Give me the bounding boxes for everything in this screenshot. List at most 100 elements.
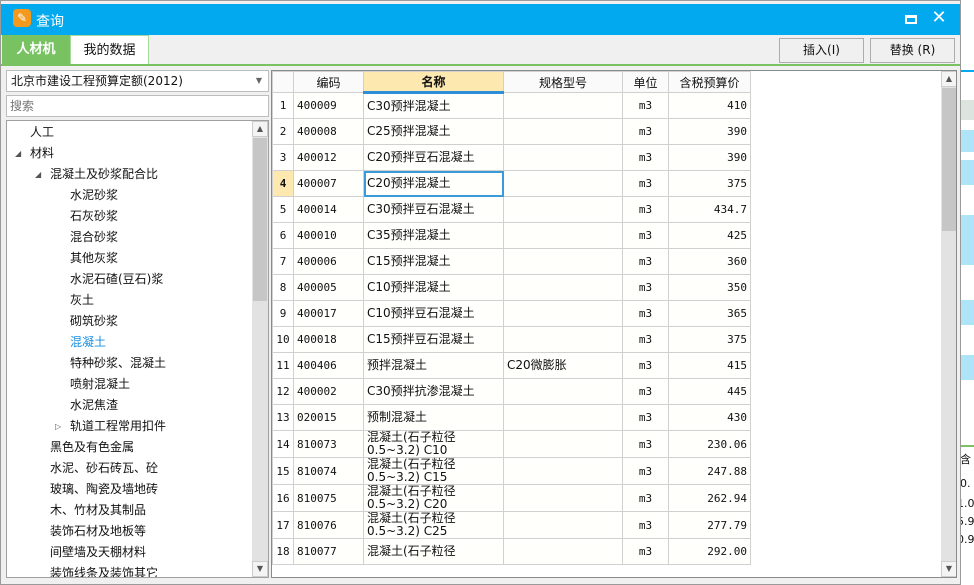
col-header-code[interactable]: 编码: [293, 71, 364, 93]
cell-spec[interactable]: [503, 196, 623, 223]
tree-item[interactable]: 水泥、砂石砖瓦、砼: [50, 458, 158, 479]
cell-code[interactable]: 400007: [293, 170, 364, 197]
cell-code[interactable]: 020015: [293, 404, 364, 431]
tree-item[interactable]: 装饰线条及装饰其它: [50, 563, 158, 577]
table-row[interactable]: 8 400005 C10预拌混凝土 m3 350: [272, 274, 751, 301]
cell-n[interactable]: 17: [272, 511, 294, 539]
cell-price[interactable]: 365: [668, 300, 751, 327]
cell-spec[interactable]: [503, 457, 623, 485]
col-header-spec[interactable]: 规格型号: [503, 71, 623, 93]
scroll-down-icon[interactable]: ▼: [252, 561, 268, 577]
table-row[interactable]: 14 810073 混凝土(石子粒径 0.5~3.2) C10 m3 230.06: [272, 430, 751, 458]
cell-n[interactable]: 18: [272, 538, 294, 565]
table-row[interactable]: 6 400010 C35预拌混凝土 m3 425: [272, 222, 751, 249]
cell-name[interactable]: C10预拌豆石混凝土: [363, 300, 504, 327]
table-row[interactable]: 7 400006 C15预拌混凝土 m3 360: [272, 248, 751, 275]
cell-name[interactable]: C30预拌豆石混凝土: [363, 196, 504, 223]
cell-name[interactable]: C10预拌混凝土: [363, 274, 504, 301]
cell-price[interactable]: 277.79: [668, 511, 751, 539]
cell-spec[interactable]: [503, 378, 623, 405]
tree-item[interactable]: 水泥石碴(豆石)浆: [70, 269, 163, 290]
cell-code[interactable]: 400008: [293, 118, 364, 145]
cell-unit[interactable]: m3: [622, 484, 669, 512]
cell-unit[interactable]: m3: [622, 248, 669, 275]
tree-item[interactable]: ◢ 材料: [15, 143, 54, 164]
cell-spec[interactable]: [503, 92, 623, 119]
cell-unit[interactable]: m3: [622, 378, 669, 405]
cell-price[interactable]: 390: [668, 118, 751, 145]
cell-unit[interactable]: m3: [622, 430, 669, 458]
cell-n[interactable]: 13: [272, 404, 294, 431]
cell-price[interactable]: 350: [668, 274, 751, 301]
cell-code[interactable]: 810077: [293, 538, 364, 565]
col-header-unit[interactable]: 单位: [622, 71, 669, 93]
cell-name[interactable]: C35预拌混凝土: [363, 222, 504, 249]
table-row[interactable]: 2 400008 C25预拌混凝土 m3 390: [272, 118, 751, 145]
cell-price[interactable]: 230.06: [668, 430, 751, 458]
cell-n[interactable]: 4: [272, 170, 294, 197]
cell-code[interactable]: 400002: [293, 378, 364, 405]
cell-name[interactable]: C15预拌混凝土: [363, 248, 504, 275]
cell-name[interactable]: 混凝土(石子粒径 0.5~3.2) C20: [363, 484, 504, 512]
tree-item[interactable]: 混合砂浆: [70, 227, 118, 248]
tree-scrollbar[interactable]: ▲ ▼: [252, 121, 268, 577]
tree-item[interactable]: 石灰砂浆: [70, 206, 118, 227]
table-row[interactable]: 15 810074 混凝土(石子粒径 0.5~3.2) C15 m3 247.88: [272, 457, 751, 485]
cell-n[interactable]: 8: [272, 274, 294, 301]
scroll-thumb[interactable]: [942, 88, 956, 231]
cell-price[interactable]: 292.00: [668, 538, 751, 565]
table-row[interactable]: 18 810077 混凝土(石子粒径 m3 292.00: [272, 538, 751, 565]
cell-code[interactable]: 810073: [293, 430, 364, 458]
cell-price[interactable]: 445: [668, 378, 751, 405]
tree-item[interactable]: 装饰石材及地板等: [50, 521, 146, 542]
cell-spec[interactable]: [503, 222, 623, 249]
cell-name[interactable]: C20预拌豆石混凝土: [363, 144, 504, 171]
cell-code[interactable]: 400017: [293, 300, 364, 327]
cell-spec[interactable]: [503, 274, 623, 301]
cell-unit[interactable]: m3: [622, 170, 669, 197]
cell-code[interactable]: 400012: [293, 144, 364, 171]
cell-n[interactable]: 2: [272, 118, 294, 145]
cell-unit[interactable]: m3: [622, 352, 669, 379]
tree-item[interactable]: 间壁墙及天棚材料: [50, 542, 146, 563]
tree-item[interactable]: 水泥砂浆: [70, 185, 118, 206]
scroll-down-icon[interactable]: ▼: [941, 561, 956, 577]
cell-n[interactable]: 3: [272, 144, 294, 171]
cell-code[interactable]: 810076: [293, 511, 364, 539]
cell-code[interactable]: 400009: [293, 92, 364, 119]
expanded-arrow-icon[interactable]: ◢: [35, 164, 41, 185]
cell-unit[interactable]: m3: [622, 144, 669, 171]
table-row[interactable]: 13 020015 预制混凝土 m3 430: [272, 404, 751, 431]
cell-name[interactable]: 预制混凝土: [363, 404, 504, 431]
grid-scrollbar[interactable]: ▲ ▼: [941, 71, 956, 577]
cell-n[interactable]: 15: [272, 457, 294, 485]
table-row[interactable]: 9 400017 C10预拌豆石混凝土 m3 365: [272, 300, 751, 327]
cell-unit[interactable]: m3: [622, 457, 669, 485]
cell-name[interactable]: 混凝土(石子粒径 0.5~3.2) C10: [363, 430, 504, 458]
cell-price[interactable]: 247.88: [668, 457, 751, 485]
tree-item[interactable]: 砌筑砂浆: [70, 311, 118, 332]
cell-code[interactable]: 400010: [293, 222, 364, 249]
cell-name[interactable]: C25预拌混凝土: [363, 118, 504, 145]
cell-unit[interactable]: m3: [622, 196, 669, 223]
cell-code[interactable]: 810075: [293, 484, 364, 512]
tab-my-data[interactable]: 我的数据: [70, 35, 149, 65]
cell-spec[interactable]: [503, 484, 623, 512]
cell-n[interactable]: 6: [272, 222, 294, 249]
quota-select[interactable]: 北京市建设工程预算定额(2012) ▼: [6, 70, 269, 92]
cell-code[interactable]: 400014: [293, 196, 364, 223]
cell-name[interactable]: 混凝土(石子粒径 0.5~3.2) C15: [363, 457, 504, 485]
tree-item[interactable]: 水泥焦渣: [70, 395, 118, 416]
cell-code[interactable]: 810074: [293, 457, 364, 485]
table-row[interactable]: 5 400014 C30预拌豆石混凝土 m3 434.7: [272, 196, 751, 223]
cell-spec[interactable]: [503, 118, 623, 145]
expanded-arrow-icon[interactable]: ◢: [15, 143, 21, 164]
cell-spec[interactable]: [503, 511, 623, 539]
replace-button[interactable]: 替换 (R): [870, 38, 955, 63]
cell-spec[interactable]: [503, 144, 623, 171]
scroll-thumb[interactable]: [253, 138, 267, 301]
tree-item[interactable]: 混凝土: [70, 332, 106, 353]
cell-n[interactable]: 7: [272, 248, 294, 275]
cell-price[interactable]: 410: [668, 92, 751, 119]
tree-item[interactable]: 特种砂浆、混凝土: [70, 353, 166, 374]
